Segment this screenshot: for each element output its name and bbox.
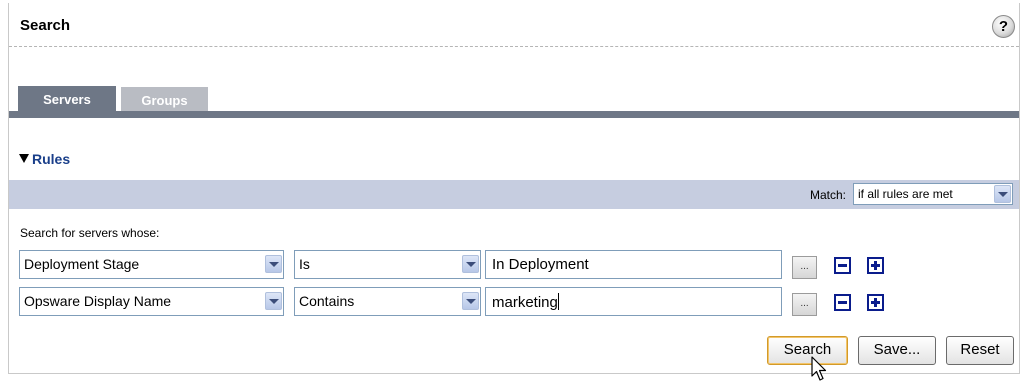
text-cursor xyxy=(557,293,559,310)
chevron-down-icon[interactable] xyxy=(265,255,282,273)
rule-1-attribute-value: Deployment Stage xyxy=(24,256,140,272)
rule-1-operator-value: Is xyxy=(299,256,310,272)
rule-2-attribute-select[interactable]: Opsware Display Name xyxy=(19,287,284,316)
match-bar: Match: if all rules are met xyxy=(9,180,1019,209)
rule-2-value-text: marketing xyxy=(492,294,558,311)
tab-groups[interactable]: Groups xyxy=(121,87,208,113)
chevron-down-icon[interactable] xyxy=(265,292,282,310)
chevron-down-icon[interactable] xyxy=(994,185,1011,203)
help-icon[interactable]: ? xyxy=(992,15,1015,38)
panel-header: Search ? xyxy=(9,3,1019,47)
rule-2-attribute-value: Opsware Display Name xyxy=(24,293,172,309)
search-button[interactable]: Search xyxy=(767,336,848,365)
rule-2-operator-select[interactable]: Contains xyxy=(294,287,481,316)
plus-box-icon[interactable] xyxy=(867,294,884,311)
rule-1-attribute-select[interactable]: Deployment Stage xyxy=(19,250,284,279)
search-panel: Search ? Servers Groups Rules Match: if … xyxy=(8,3,1020,374)
chevron-down-icon[interactable] xyxy=(462,292,479,310)
rule-1-value-text: In Deployment xyxy=(492,256,589,273)
chevron-down-icon[interactable] xyxy=(462,255,479,273)
minus-box-icon[interactable] xyxy=(834,294,851,311)
tab-servers[interactable]: Servers xyxy=(18,86,116,113)
page-title: Search xyxy=(20,17,71,34)
tab-underline xyxy=(9,111,1019,118)
rule-2-operator-value: Contains xyxy=(299,293,355,309)
reset-button[interactable]: Reset xyxy=(946,336,1014,365)
save-button[interactable]: Save... xyxy=(858,336,936,365)
rule-1-operator-select[interactable]: Is xyxy=(294,250,481,279)
triangle-down-icon xyxy=(19,154,29,163)
plus-box-icon[interactable] xyxy=(867,257,884,274)
mouse-pointer-icon xyxy=(811,356,827,381)
rule-2-browse-button[interactable]: ... xyxy=(792,293,817,316)
match-label: Match: xyxy=(809,188,846,202)
rule-2-value-input[interactable]: marketing xyxy=(485,287,782,316)
match-select-value: if all rules are met xyxy=(858,187,953,201)
rules-label: Rules xyxy=(32,151,71,167)
rule-1-browse-button[interactable]: ... xyxy=(792,256,817,279)
rules-toggle[interactable]: Rules xyxy=(19,151,70,167)
minus-box-icon[interactable] xyxy=(834,257,851,274)
search-for-label: Search for servers whose: xyxy=(20,226,160,240)
match-select[interactable]: if all rules are met xyxy=(853,183,1013,205)
rule-1-value-input[interactable]: In Deployment xyxy=(485,250,782,279)
